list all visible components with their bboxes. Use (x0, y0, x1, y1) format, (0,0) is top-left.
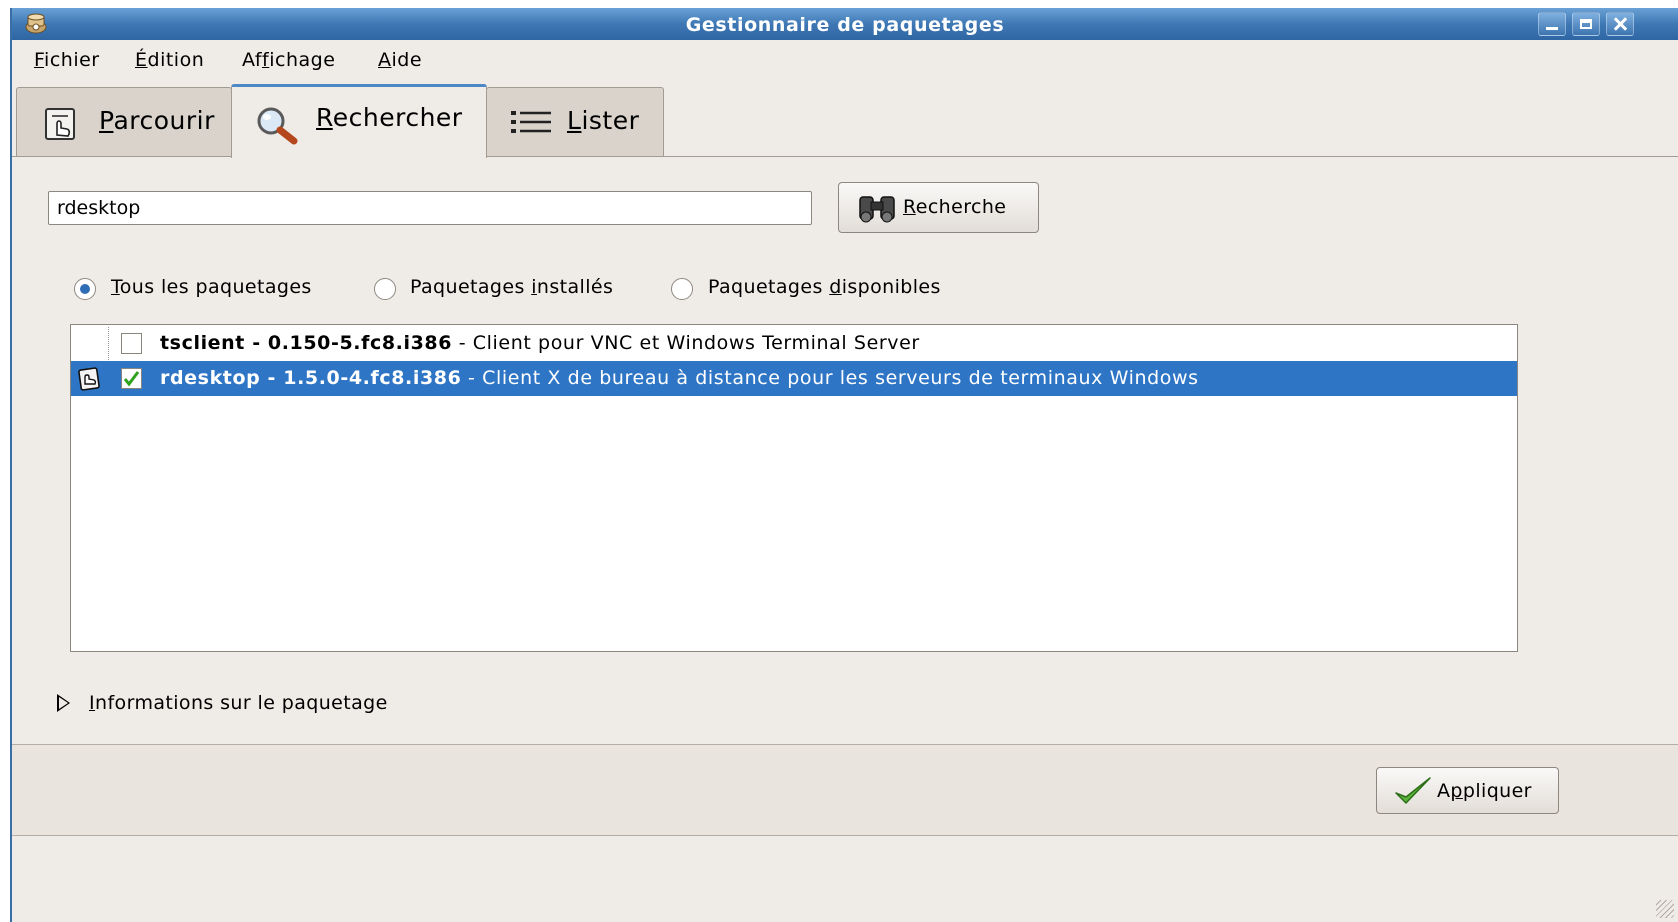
binoculars-icon (859, 196, 895, 223)
tab-lister-label: Lister (567, 106, 640, 135)
tab-rechercher[interactable]: Rechercher (231, 84, 487, 158)
package-row-selected[interactable]: rdesktop - 1.5.0-4.fc8.i386 - Client X d… (71, 361, 1517, 396)
installed-package-icon (78, 367, 100, 391)
minimize-button[interactable] (1538, 12, 1566, 36)
package-checkbox-checked[interactable] (121, 368, 142, 389)
radio-paquetages-disponibles[interactable] (671, 278, 693, 300)
menu-aide[interactable]: Aide (378, 49, 422, 71)
title-bar[interactable]: Gestionnaire de paquetages (12, 8, 1678, 40)
tab-parcourir-label: Parcourir (99, 106, 215, 135)
expander-arrow-icon[interactable] (57, 694, 70, 712)
check-icon (123, 371, 140, 387)
magnifier-icon (257, 107, 298, 145)
search-input[interactable] (48, 191, 812, 225)
recherche-button-label: Recherche (903, 196, 1007, 218)
radio-paquetages-installes-label[interactable]: Paquetages installés (410, 276, 613, 298)
package-list[interactable]: tsclient - 0.150-5.fc8.i386 - Client pou… (70, 324, 1518, 652)
resize-grip[interactable] (1656, 900, 1674, 918)
radio-tous-paquetages-label[interactable]: Tous les paquetages (111, 276, 312, 298)
radio-paquetages-disponibles-label[interactable]: Paquetages disponibles (708, 276, 941, 298)
tree-line (108, 327, 109, 360)
package-checkbox[interactable] (121, 333, 142, 354)
tab-parcourir[interactable]: Parcourir (16, 87, 232, 157)
tab-rechercher-label: Rechercher (316, 103, 463, 132)
package-row[interactable]: tsclient - 0.150-5.fc8.i386 - Client pou… (71, 326, 1517, 361)
apply-check-icon (1395, 777, 1431, 804)
appliquer-button[interactable]: Appliquer (1376, 767, 1559, 814)
status-bar (12, 836, 1678, 922)
package-text: tsclient - 0.150-5.fc8.i386 - Client pou… (160, 332, 920, 354)
maximize-button[interactable] (1572, 12, 1600, 36)
window-title: Gestionnaire de paquetages (685, 14, 1005, 36)
appliquer-button-label: Appliquer (1437, 780, 1532, 802)
browse-icon (45, 108, 75, 140)
package-manager-window: Gestionnaire de paquetages Fichier Éditi… (10, 8, 1678, 922)
close-button[interactable] (1606, 12, 1634, 36)
menu-bar: Fichier Édition Affichage Aide (12, 40, 1678, 78)
radio-tous-paquetages[interactable] (74, 278, 96, 300)
list-icon (511, 111, 551, 133)
menu-fichier[interactable]: Fichier (34, 49, 100, 71)
radio-paquetages-installes[interactable] (374, 278, 396, 300)
menu-edition[interactable]: Édition (135, 49, 204, 71)
package-text: rdesktop - 1.5.0-4.fc8.i386 - Client X d… (160, 367, 1199, 389)
recherche-button[interactable]: Recherche (838, 182, 1039, 233)
tab-lister[interactable]: Lister (486, 87, 664, 157)
menu-affichage[interactable]: Affichage (242, 49, 335, 71)
package-info-expander[interactable]: Informations sur le paquetage (89, 692, 388, 714)
